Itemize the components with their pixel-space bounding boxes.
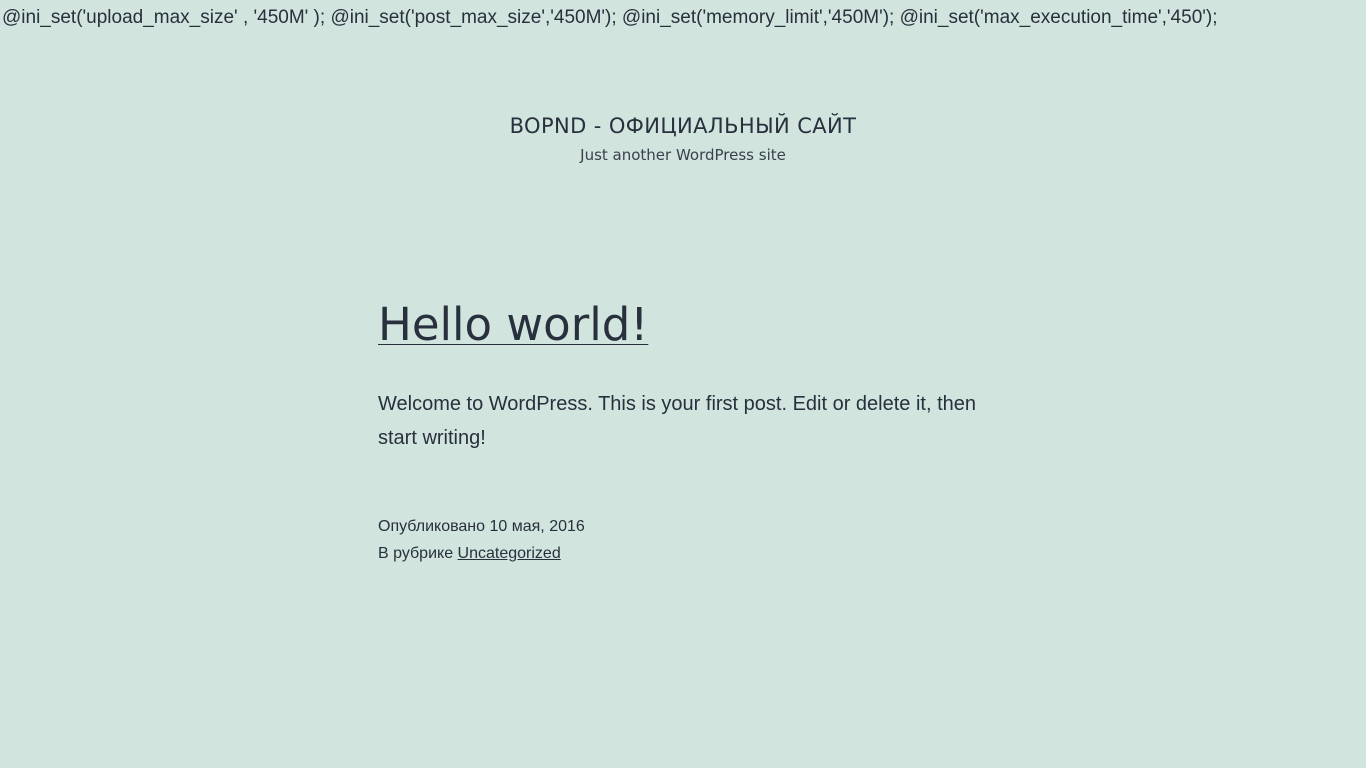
category-link[interactable]: Uncategorized xyxy=(458,545,561,562)
posted-label: Опубликовано xyxy=(378,518,486,535)
site-description: Just another WordPress site xyxy=(580,146,786,164)
post-date: 10 мая, 2016 xyxy=(489,518,585,535)
php-ini-notice: @ini_set('upload_max_size' , '450M' ); @… xyxy=(2,7,1218,28)
post-content: Welcome to WordPress. This is your first… xyxy=(378,393,977,449)
site-header: BOPND - ОФИЦИАЛЬНЫЙ САЙТ Just another Wo… xyxy=(0,112,1366,165)
post-category-line: В рубрике Uncategorized xyxy=(378,540,988,567)
post-article: Hello world! Welcome to WordPress. This … xyxy=(378,296,988,567)
post-title-link[interactable]: Hello world! xyxy=(378,298,648,351)
post-title: Hello world! xyxy=(378,296,988,354)
site-title[interactable]: BOPND - ОФИЦИАЛЬНЫЙ САЙТ xyxy=(0,112,1366,140)
post-date-line: Опубликовано 10 мая, 2016 xyxy=(378,513,988,540)
category-label: В рубрике xyxy=(378,545,454,562)
post-meta: Опубликовано 10 мая, 2016 В рубрике Unca… xyxy=(378,513,988,567)
